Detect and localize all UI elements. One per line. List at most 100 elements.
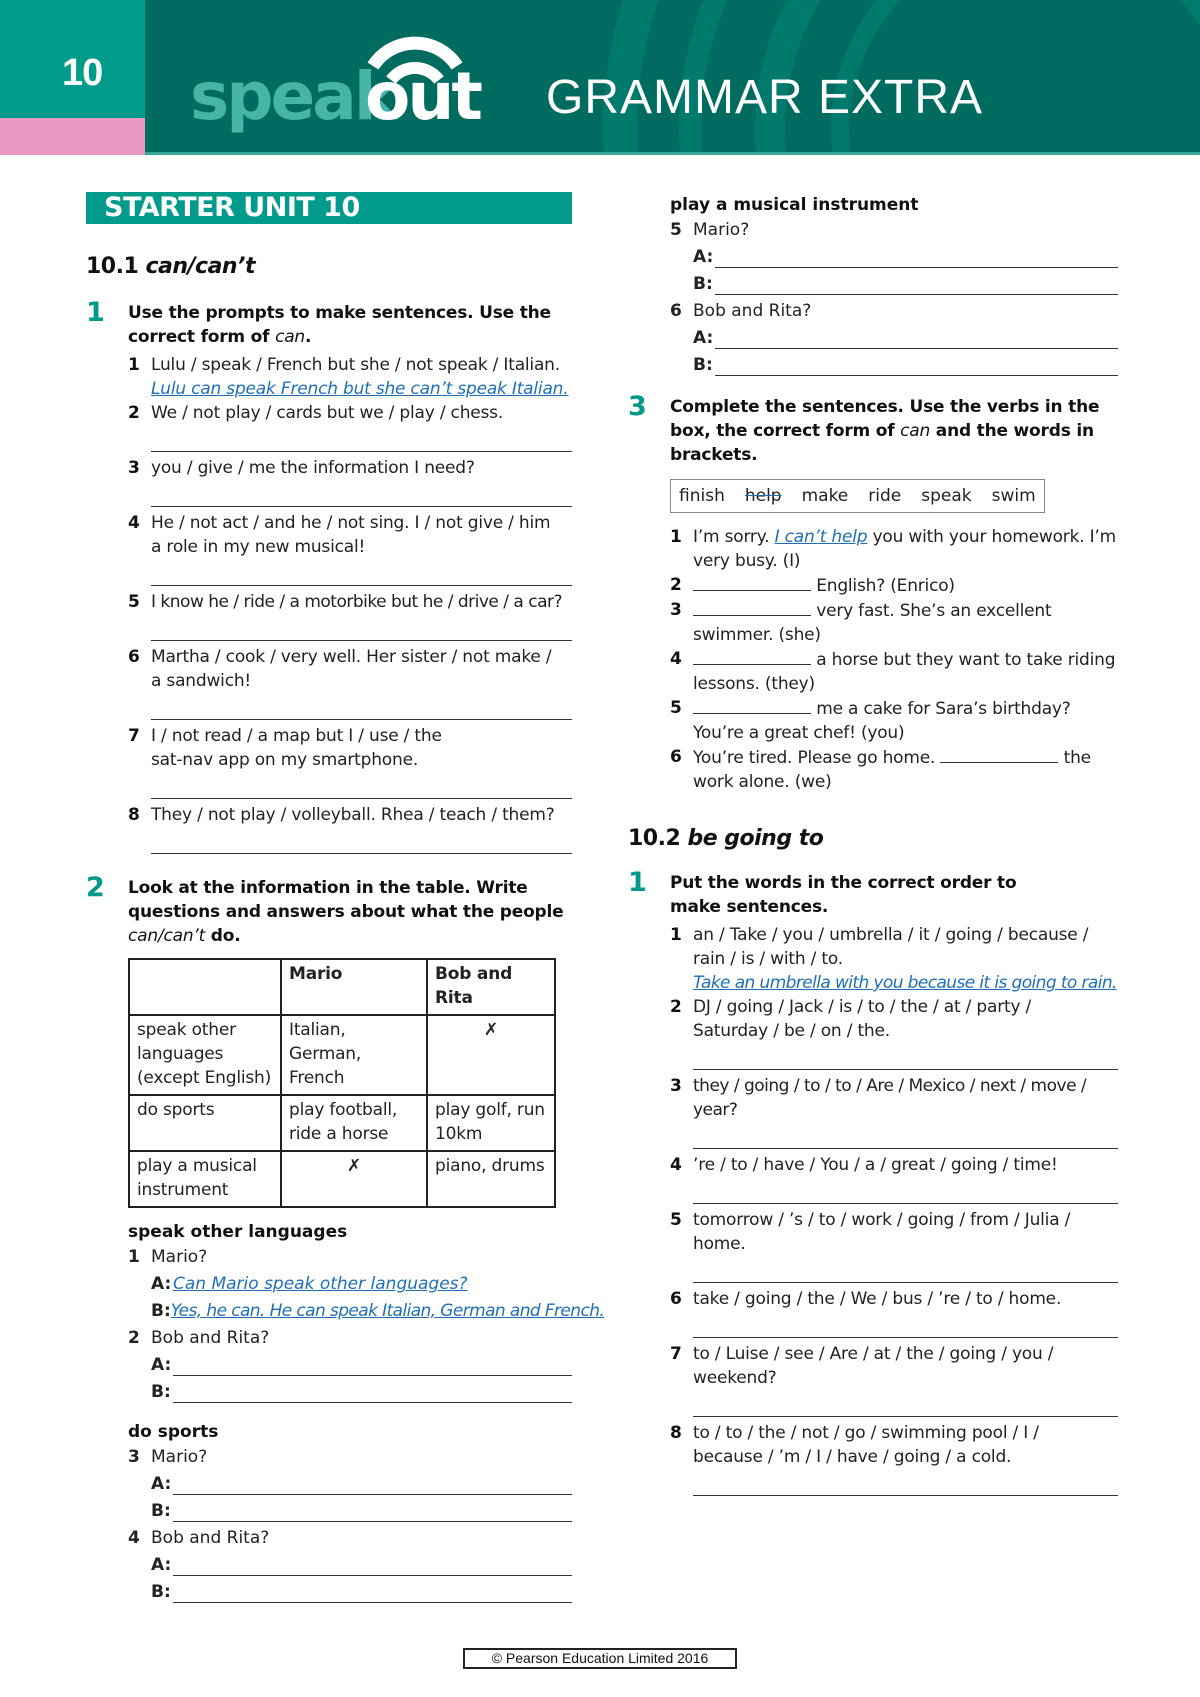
item-prompt: you / give / me the information I need? [151,458,475,478]
label-b: B: [151,1382,171,1402]
table-cell: play football, ride a horse [280,1094,428,1152]
item-number: 2 [128,403,140,423]
subheading: play a musical instrument [670,195,919,215]
answer-line[interactable] [715,354,1118,376]
word-option: swim [991,486,1036,506]
item-number: 5 [128,592,140,612]
list-item: 1 I’m sorry. I can’t help you with your h… [670,525,1118,573]
answer-line[interactable] [693,1177,1118,1204]
exercise-number: 1 [628,867,647,898]
list-item: 6 take / going / the / We / bus / ’re / t… [670,1287,1118,1338]
answer-line[interactable] [173,1354,572,1376]
answer-a-row: A: [151,1352,572,1379]
answer-line[interactable] [715,246,1118,268]
item-prompt: an / Take / you / umbrella / it / going … [693,925,1089,969]
answer-line[interactable] [693,1122,1118,1149]
list-item: 5 tomorrow / ’s / to / work / going / fro… [670,1208,1118,1283]
answer-line[interactable] [715,327,1118,349]
list-item: 6 Martha / cook / very well. Her sister /… [128,645,572,720]
item-number: 5 [670,698,682,718]
instr-text: do. [205,926,241,946]
table-header-row: Mario Bob and Rita [128,958,556,1016]
item-number: 2 [128,1328,140,1348]
list-item: 4 He / not act / and he / not sing. I / n… [128,511,572,586]
instr-emphasis: can/can’t [128,926,206,946]
exercise-instruction: Complete the sentences. Use the verbs in… [670,395,1118,467]
answer-line[interactable] [151,772,572,799]
gap-blank[interactable] [693,598,811,616]
answer-line[interactable] [173,1381,572,1403]
label-b: B: [693,355,713,375]
right-column: play a musical instrument 5 Mario? A: B: … [628,193,1118,1496]
item-prompt: Martha / cook / very well. Her sister / … [151,647,552,691]
item-number: 3 [670,600,682,620]
item-number: 1 [128,1247,140,1267]
answer-a-row: A: Can Mario speak other languages? [151,1271,572,1298]
speakout-logo: speak out [190,28,520,138]
answer-line[interactable] [151,559,572,586]
exercise-instruction: Put the words in the correct order to ma… [670,873,1017,917]
item-prompt: they / going / to / to / Are / Mexico / … [693,1076,1087,1120]
answer-line[interactable] [151,425,572,452]
answer-line[interactable] [173,1581,572,1603]
item-prompt: Lulu / speak / French but she / not spea… [151,355,560,375]
example-answer: Yes, he can. He can speak Italian, Germa… [170,1301,605,1321]
instr-emphasis: can [900,421,931,441]
section-topic: can/can’t [145,254,255,279]
cross-mark: ✗ [280,1150,428,1208]
answer-line[interactable] [693,1390,1118,1417]
instr-emphasis: can [275,327,306,347]
answer-line[interactable] [151,693,572,720]
table-cell: do sports [128,1094,282,1152]
word-box: finish help make ride speak swim [670,479,1045,513]
answer-line[interactable] [173,1473,572,1495]
word-option-used: help [744,486,782,506]
list-item: 3 very fast. She’s an excellent swimmer.… [670,598,1118,647]
answer-line[interactable] [715,273,1118,295]
item-text: English? (Enrico) [811,576,955,596]
item-number: 6 [670,1289,682,1309]
unit-number: 10 [62,52,103,94]
answer-line[interactable] [173,1500,572,1522]
item-number: 2 [670,575,682,595]
item-prompt: They / not play / volleyball. Rhea / tea… [151,805,555,825]
unit-banner: STARTER UNIT 10 [86,192,572,224]
section-title-10-2: 10.2 be going to [628,826,1118,851]
list-item: 2 We / not play / cards but we / play / c… [128,401,572,452]
item-prompt: He / not act / and he / not sing. I / no… [151,513,551,557]
exercise-3-items: 1 I’m sorry. I can’t help you with your h… [628,525,1118,794]
item-number: 5 [670,1210,682,1230]
item-number: 3 [128,1447,140,1467]
table-cell: Italian, German, French [280,1014,428,1096]
exercise-2: 2 Look at the information in the table. … [86,872,605,1606]
table-cell: piano, drums [426,1150,556,1208]
exercise-instruction: Use the prompts to make sentences. Use t… [128,301,572,349]
label-a: A: [151,1355,172,1375]
exercise-10-2-1: 1 Put the words in the correct order to … [628,867,1118,1496]
answer-line[interactable] [693,1256,1118,1283]
item-text: I’m sorry. [693,527,775,547]
item-number: 1 [128,355,140,375]
gap-blank[interactable] [693,573,811,591]
list-item: 5 I know he / ride / a motorbike but he /… [128,590,572,641]
answer-line[interactable] [693,1043,1118,1070]
item-number: 8 [128,805,140,825]
gap-blank[interactable] [693,696,811,714]
table-header: Bob and Rita [426,958,556,1016]
item-number: 1 [670,925,682,945]
item-prompt: Bob and Rita? [693,301,812,321]
example-answer: Lulu can speak French but she can’t spea… [151,379,569,399]
answer-line[interactable] [173,1554,572,1576]
gap-blank[interactable] [940,745,1059,763]
item-prompt: Mario? [151,1447,208,1467]
answer-line[interactable] [151,480,572,507]
section-topic: be going to [687,826,824,851]
item-number: 5 [670,220,682,240]
answer-line[interactable] [693,1311,1118,1338]
gap-blank[interactable] [693,647,811,665]
list-item: 7 I / not read / a map but I / use / the … [128,724,572,799]
answer-line[interactable] [151,614,572,641]
answer-line[interactable] [693,1469,1118,1496]
answer-line[interactable] [151,827,572,854]
word-option: ride [868,486,902,506]
